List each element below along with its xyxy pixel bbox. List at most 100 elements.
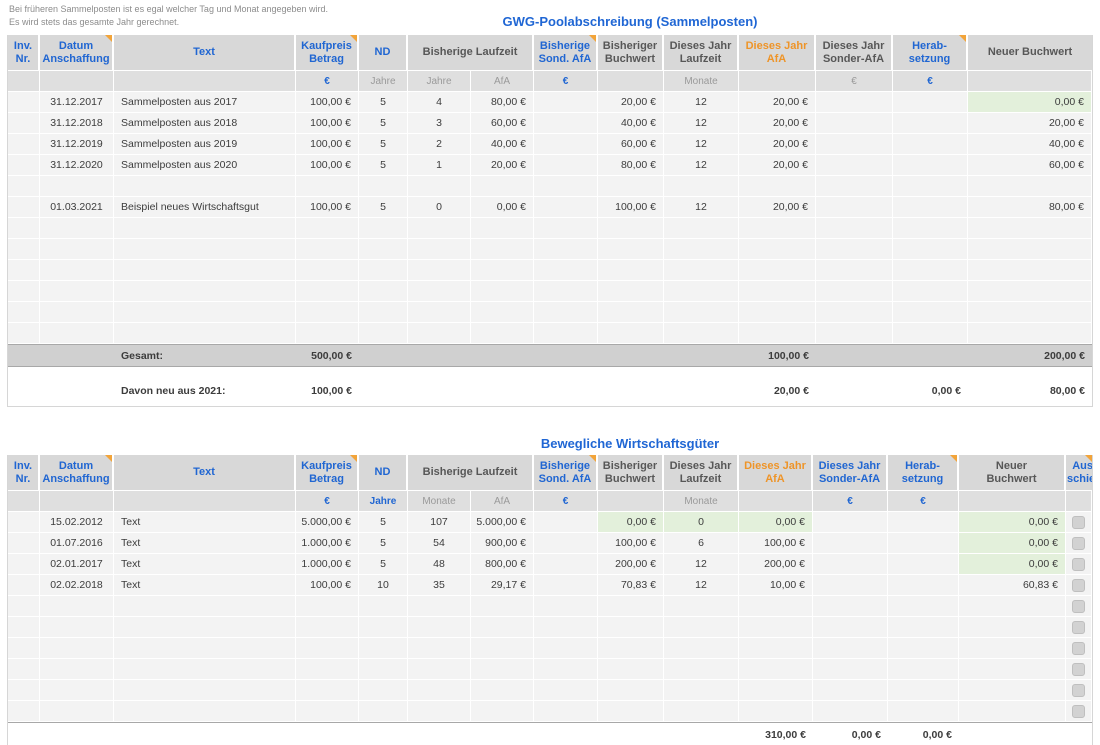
column-header: Datum Anschaffung <box>40 455 114 491</box>
cell: 200,00 € <box>968 344 1092 367</box>
cell <box>534 659 598 680</box>
cell <box>959 680 1066 701</box>
cell <box>114 722 296 745</box>
cell <box>114 596 296 617</box>
ausgeschieden-checkbox[interactable] <box>1072 516 1085 529</box>
unit-label <box>40 71 114 92</box>
unit-label <box>598 491 664 512</box>
cell <box>359 323 408 344</box>
cell <box>471 323 534 344</box>
cell <box>664 302 739 323</box>
cell <box>893 155 968 176</box>
cell <box>114 617 296 638</box>
cell <box>968 218 1092 239</box>
cell <box>1066 722 1092 745</box>
cell <box>8 323 40 344</box>
cell <box>1066 554 1092 575</box>
cell: 500,00 € <box>296 344 359 367</box>
cell <box>534 239 598 260</box>
column-header-label: Bisherige Laufzeit <box>423 46 518 59</box>
cell <box>739 302 816 323</box>
gwg-pool-table: Inv. Nr.Datum AnschaffungTextKaufpreis B… <box>8 35 1092 406</box>
cell <box>40 701 114 722</box>
cell <box>968 239 1092 260</box>
ausgeschieden-checkbox[interactable] <box>1072 684 1085 697</box>
cell <box>534 218 598 239</box>
note-marker-icon <box>350 455 357 462</box>
column-header-label: Dieses Jahr Sonder-AfA <box>819 460 881 486</box>
column-header: Dieses Jahr Sonder-AfA <box>813 455 888 491</box>
cell <box>8 218 40 239</box>
cell <box>40 281 114 302</box>
cell <box>8 533 40 554</box>
ausgeschieden-checkbox[interactable] <box>1072 579 1085 592</box>
cell <box>664 680 739 701</box>
cell <box>471 302 534 323</box>
unit-label: Jahre <box>408 71 471 92</box>
cell <box>114 302 296 323</box>
cell: 20,00 € <box>739 375 816 406</box>
cell <box>598 302 664 323</box>
cell <box>114 218 296 239</box>
cell <box>664 638 739 659</box>
cell: 0,00 € <box>598 512 664 533</box>
cell <box>534 113 598 134</box>
cell <box>739 638 813 659</box>
column-header: Dieses Jahr Sonder-AfA <box>816 35 893 71</box>
cell: 40,00 € <box>968 134 1092 155</box>
column-header: Bisherige Sond. AfA <box>534 35 598 71</box>
cell <box>534 176 598 197</box>
ausgeschieden-checkbox[interactable] <box>1072 558 1085 571</box>
cell: 60,83 € <box>959 575 1066 596</box>
cell <box>408 596 471 617</box>
ausgeschieden-checkbox[interactable] <box>1072 663 1085 676</box>
cell: 5 <box>359 512 408 533</box>
cell <box>40 302 114 323</box>
cell <box>40 323 114 344</box>
cell <box>8 701 40 722</box>
cell <box>816 239 893 260</box>
cell <box>534 323 598 344</box>
unit-label <box>739 71 816 92</box>
column-header-label: Bisheriger Buchwert <box>603 460 657 486</box>
column-header-label: Inv. Nr. <box>14 460 32 486</box>
ausgeschieden-checkbox[interactable] <box>1072 705 1085 718</box>
assets-table-title: Bewegliche Wirtschaftsgüter <box>180 436 1080 451</box>
cell <box>598 344 664 367</box>
cell <box>968 302 1092 323</box>
cell: 20,00 € <box>739 113 816 134</box>
cell <box>598 375 664 406</box>
note-marker-icon <box>950 455 957 462</box>
cell <box>296 659 359 680</box>
column-header: Kaufpreis Betrag <box>296 35 359 71</box>
cell <box>813 554 888 575</box>
cell <box>8 197 40 218</box>
cell <box>739 260 816 281</box>
cell <box>739 281 816 302</box>
ausgeschieden-checkbox[interactable] <box>1072 600 1085 613</box>
cell: 0,00 € <box>959 554 1066 575</box>
cell <box>40 344 114 367</box>
cell <box>664 596 739 617</box>
cell: 60,00 € <box>598 134 664 155</box>
cell <box>664 218 739 239</box>
cell <box>893 176 968 197</box>
cell: Beispiel neues Wirtschaftsgut <box>114 197 296 218</box>
cell <box>296 323 359 344</box>
table-row: 01.07.2016Text1.000,00 €554900,00 €100,0… <box>8 533 1092 554</box>
unit-label <box>1066 491 1092 512</box>
cell <box>534 638 598 659</box>
ausgeschieden-checkbox[interactable] <box>1072 537 1085 550</box>
cell: 60,00 € <box>471 113 534 134</box>
ausgeschieden-checkbox[interactable] <box>1072 621 1085 634</box>
column-header: Text <box>114 35 296 71</box>
cell <box>1066 596 1092 617</box>
cell: 0 <box>408 197 471 218</box>
cell <box>534 575 598 596</box>
cell: 02.01.2017 <box>40 554 114 575</box>
cell <box>114 176 296 197</box>
ausgeschieden-checkbox[interactable] <box>1072 642 1085 655</box>
cell <box>408 239 471 260</box>
cell: 15.02.2012 <box>40 512 114 533</box>
cell: 80,00 € <box>471 92 534 113</box>
